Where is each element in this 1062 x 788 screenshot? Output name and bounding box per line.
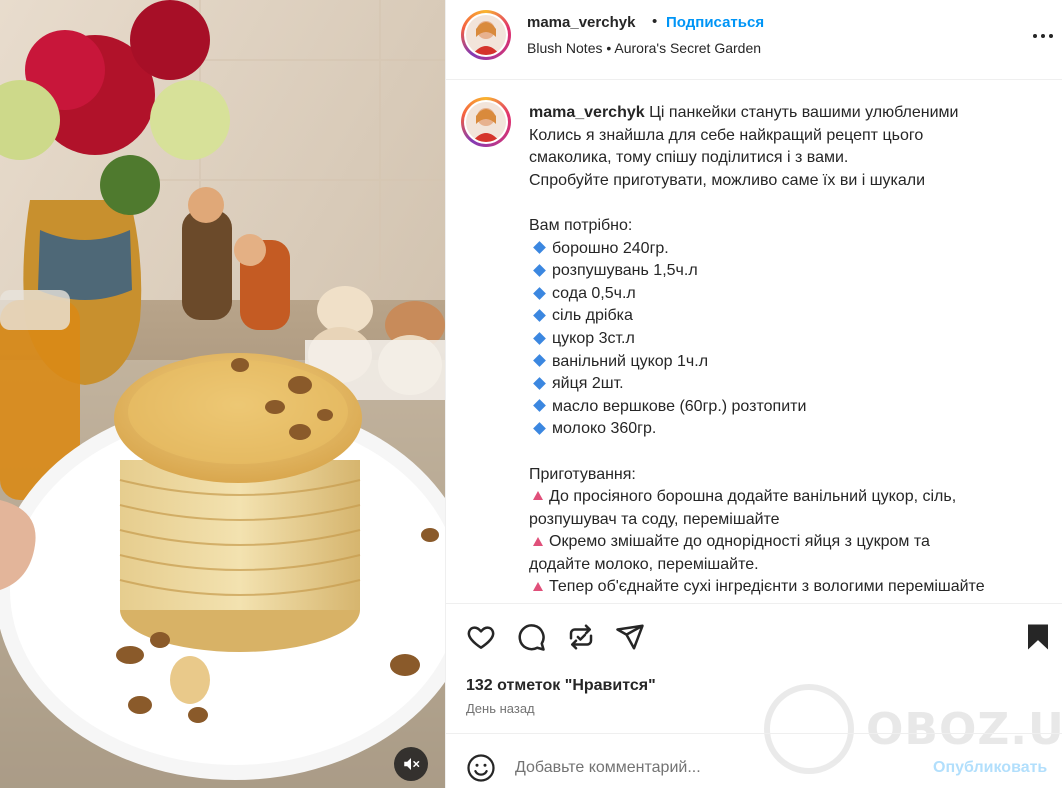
step-item-continued: додайте молоко, перемішайте.: [529, 555, 759, 573]
caption-username[interactable]: mama_verchyk: [529, 104, 645, 121]
caption-line: смаколика, тому спішу поділитися і з вам…: [529, 149, 849, 167]
blue-diamond-icon: [533, 354, 546, 368]
post-comment-button[interactable]: Опубликовать: [933, 759, 1047, 777]
post-time[interactable]: День назад: [466, 701, 535, 716]
ingredient-item: розпушувань 1,5ч.л: [529, 260, 1039, 283]
ingredient-item: молоко 360гр.: [529, 418, 1039, 441]
step-item: До просіяного борошна додайте ванільний …: [529, 486, 1039, 509]
share-button[interactable]: [615, 622, 645, 652]
like-button[interactable]: [466, 622, 496, 652]
heart-icon: [467, 626, 495, 649]
emoji-button[interactable]: [466, 753, 496, 783]
repost-button[interactable]: [566, 622, 596, 652]
likes-count[interactable]: 132 отметок "Нравится": [466, 677, 656, 695]
caption-text: mama_verchyk Ці панкейки стануть вашими …: [529, 102, 1039, 599]
emoji-icon: [467, 754, 495, 782]
caption-avatar[interactable]: [461, 97, 511, 147]
blue-diamond-icon: [533, 422, 546, 435]
avatar-image: [466, 102, 506, 142]
step-item: Окремо змішайте до однорідності яйця з ц…: [529, 531, 1039, 554]
comment-button[interactable]: [516, 622, 546, 652]
blue-diamond-icon: [533, 241, 546, 255]
ingredient-item: борошно 240гр.: [529, 238, 1039, 261]
more-horizontal-icon: [1033, 34, 1053, 38]
bookmark-icon: [1028, 624, 1048, 650]
red-triangle-icon: [533, 536, 543, 546]
red-triangle-icon: [533, 581, 543, 591]
ingredient-item: сіль дрібка: [529, 305, 1039, 328]
caption-line: Ці панкейки стануть вашими улюбленими: [649, 104, 959, 121]
ingredients-title: Вам потрібно:: [529, 216, 633, 234]
ingredient-item: масло вершкове (60гр.) розтопити: [529, 396, 1039, 419]
step-item: Тепер об'єднайте сухі інгредієнти з воло…: [529, 576, 1039, 599]
caption-area: mama_verchyk Ці панкейки стануть вашими …: [446, 81, 1062, 603]
blue-diamond-icon: [533, 377, 546, 390]
post-details-panel: mama_verchyk • Подписаться Blush Notes •…: [445, 0, 1062, 788]
avatar-image: [466, 15, 506, 55]
ingredient-item: сода 0,5ч.л: [529, 283, 1039, 306]
follow-button[interactable]: Подписаться: [666, 14, 764, 31]
caption-line: Спробуйте приготувати, можливо саме їх в…: [529, 171, 926, 189]
ingredient-item: яйця 2шт.: [529, 373, 1039, 396]
more-options-button[interactable]: [1031, 26, 1055, 46]
post-header: mama_verchyk • Подписаться Blush Notes •…: [446, 0, 1062, 80]
steps-title: Приготування:: [529, 465, 636, 483]
comment-icon: [518, 624, 545, 651]
avatar[interactable]: [461, 10, 511, 60]
save-button[interactable]: [1023, 622, 1053, 652]
blue-diamond-icon: [533, 286, 546, 300]
header-separator: •: [652, 13, 658, 30]
comment-input[interactable]: [515, 754, 915, 782]
blue-diamond-icon: [533, 264, 546, 277]
share-icon: [616, 624, 644, 650]
pancake-photo: [0, 0, 445, 788]
blue-diamond-icon: [533, 309, 546, 322]
music-info[interactable]: Blush Notes • Aurora's Secret Garden: [527, 40, 761, 56]
ingredient-item: ванільний цукор 1ч.л: [529, 351, 1039, 374]
post-actions: OBOZ.UA 132 отметок "Нравится" День наза…: [446, 603, 1062, 774]
repost-icon: [569, 624, 593, 650]
header-username[interactable]: mama_verchyk: [527, 14, 635, 31]
comment-bar: Опубликовать: [446, 733, 1062, 788]
post-media[interactable]: [0, 0, 445, 788]
caption-line: Колись я знайшла для себе найкращий реце…: [529, 126, 924, 144]
step-item-continued: розпушувач та соду, перемішайте: [529, 510, 780, 528]
ingredient-item: цукор 3ст.л: [529, 328, 1039, 351]
mute-button[interactable]: [394, 747, 428, 781]
blue-diamond-icon: [533, 399, 546, 413]
red-triangle-icon: [533, 491, 543, 501]
blue-diamond-icon: [533, 331, 546, 345]
volume-muted-icon: [404, 758, 420, 770]
